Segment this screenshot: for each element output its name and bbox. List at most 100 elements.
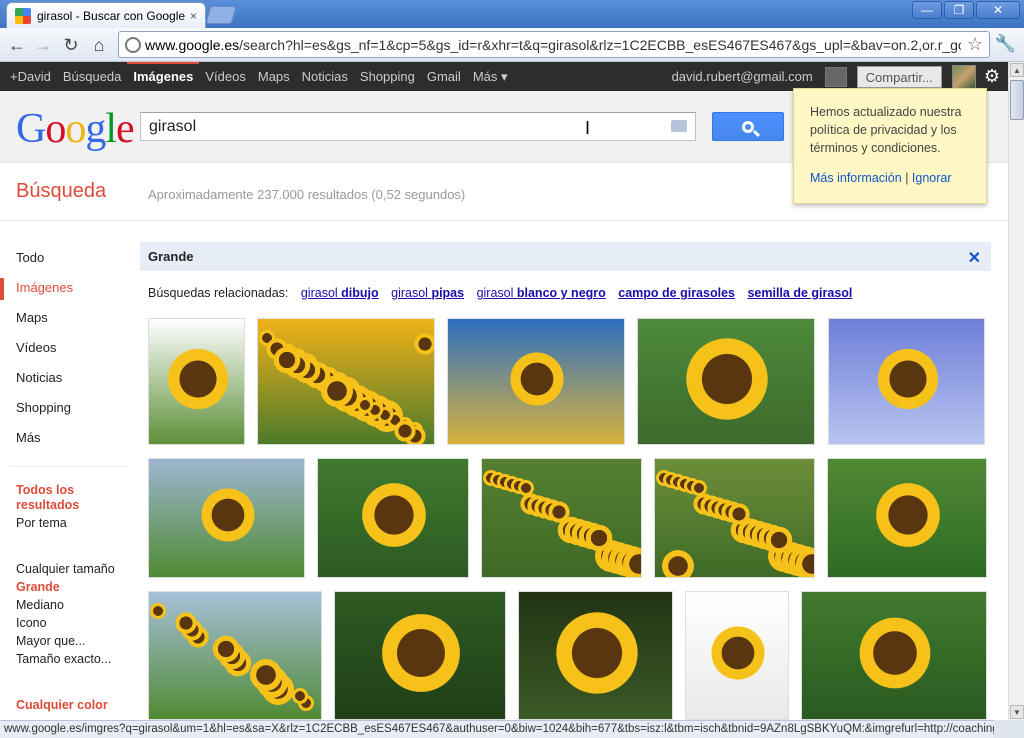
sidebar-item-videos[interactable]: Vídeos	[16, 340, 56, 355]
vertical-scrollbar[interactable]: ▲ ▼	[1008, 62, 1024, 720]
filter-size-grande[interactable]: Grande	[16, 580, 60, 594]
image-result-thumbnail[interactable]	[257, 318, 435, 445]
sidebar-item-todo[interactable]: Todo	[16, 250, 44, 265]
gbar-link-maps[interactable]: Maps	[252, 62, 296, 91]
scroll-down-icon[interactable]: ▼	[1010, 705, 1024, 719]
gbar-link-search[interactable]: Búsqueda	[57, 62, 128, 91]
selected-nav-marker	[0, 278, 4, 300]
browser-toolbar: ← → ↻ ⌂ www.google.es/search?hl=es&gs_nf…	[0, 28, 1024, 62]
gbar-link-shopping[interactable]: Shopping	[354, 62, 421, 91]
back-icon[interactable]: ←	[6, 34, 28, 56]
sunflower-shape	[660, 548, 696, 577]
sidebar-item-maps[interactable]: Maps	[16, 310, 48, 325]
sidebar-item-noticias[interactable]: Noticias	[16, 370, 62, 385]
restore-button[interactable]: ❐	[944, 1, 974, 19]
related-link[interactable]: girasol blanco y negro	[477, 286, 606, 300]
active-filter-label: Grande	[148, 249, 194, 264]
sunflower-shape	[377, 608, 465, 697]
image-result-thumbnail[interactable]	[481, 458, 642, 578]
close-window-button[interactable]: ✕	[976, 1, 1020, 19]
new-tab-button[interactable]	[205, 6, 237, 24]
image-result-thumbnail[interactable]	[148, 591, 322, 720]
image-result-thumbnail[interactable]	[518, 591, 673, 720]
filter-color-any[interactable]: Cualquier color	[16, 698, 108, 712]
scrollbar-thumb[interactable]	[1010, 80, 1024, 120]
filter-all-results[interactable]: Todos los resultados	[16, 483, 96, 513]
related-link[interactable]: semilla de girasol	[747, 286, 852, 300]
ignore-link[interactable]: Ignorar	[912, 171, 952, 185]
sunflower-shape	[550, 606, 643, 699]
privacy-notice-popup: Hemos actualizado nuestra política de pr…	[793, 88, 987, 204]
more-info-link[interactable]: Más información	[810, 171, 902, 185]
gbar-link-news[interactable]: Noticias	[296, 62, 354, 91]
tab-close-icon[interactable]: ×	[190, 9, 197, 23]
url-text[interactable]: www.google.es/search?hl=es&gs_nf=1&cp=5&…	[145, 37, 961, 53]
image-result-thumbnail[interactable]	[685, 591, 789, 720]
gbar-link-plus[interactable]: +David	[4, 62, 57, 91]
search-query: girasol	[149, 118, 197, 135]
camera-icon[interactable]	[671, 120, 687, 132]
sidebar-item-mas[interactable]: Más	[16, 430, 41, 445]
browser-tab[interactable]: girasol - Buscar con Google ×	[6, 2, 206, 28]
image-result-thumbnail[interactable]	[447, 318, 625, 445]
filter-size-exacto[interactable]: Tamaño exacto...	[16, 652, 111, 666]
account-email[interactable]: david.rubert@gmail.com	[672, 69, 813, 84]
gbar-link-images[interactable]: Imágenes	[127, 62, 200, 91]
sunflower-shape	[517, 479, 535, 497]
avatar[interactable]	[951, 64, 976, 89]
image-result-thumbnail[interactable]	[148, 318, 245, 445]
gbar-link-more[interactable]: Más ▾	[467, 62, 514, 91]
active-filter-bar: Grande ✕	[140, 242, 991, 271]
filter-por-tema[interactable]: Por tema	[16, 516, 67, 530]
sunflower-shape	[393, 419, 417, 443]
image-result-thumbnail[interactable]	[317, 458, 469, 578]
search-button[interactable]	[712, 112, 784, 141]
image-result-thumbnail[interactable]	[828, 318, 985, 445]
sunflower-shape	[149, 602, 167, 620]
related-link[interactable]: campo de girasoles	[618, 286, 735, 300]
sidebar-item-imagenes[interactable]: Imágenes	[16, 280, 73, 295]
google-logo[interactable]: Google	[16, 105, 135, 153]
sunflower-shape	[174, 611, 198, 635]
wrench-icon[interactable]: 🔧	[995, 34, 1016, 54]
share-button[interactable]: Compartir...	[856, 65, 942, 88]
sunflower-shape	[764, 525, 794, 555]
filter-size-any[interactable]: Cualquier tamaño	[16, 562, 115, 576]
status-url: www.google.es/imgres?q=girasol&um=1&hl=e…	[0, 720, 1024, 738]
gbar-link-gmail[interactable]: Gmail	[421, 62, 467, 91]
search-input[interactable]: girasol I	[140, 112, 696, 141]
image-result-thumbnail[interactable]	[334, 591, 506, 720]
filter-size-icono[interactable]: Icono	[16, 616, 47, 630]
image-result-thumbnail[interactable]	[801, 591, 987, 720]
image-result-thumbnail[interactable]	[148, 458, 305, 578]
home-icon[interactable]: ⌂	[88, 34, 110, 56]
reload-icon[interactable]: ↻	[60, 34, 82, 56]
filter-size-mediano[interactable]: Mediano	[16, 598, 64, 612]
status-scroll-arrow	[994, 720, 1024, 738]
divider	[0, 220, 1008, 221]
notifications-icon[interactable]	[824, 66, 847, 87]
sunflower-shape	[197, 485, 258, 545]
related-link[interactable]: girasol dibujo	[301, 286, 379, 300]
gear-icon[interactable]: ⚙	[984, 66, 1000, 87]
sunflower-shape	[547, 500, 571, 524]
related-link[interactable]: girasol pipas	[391, 286, 464, 300]
sidebar-item-shopping[interactable]: Shopping	[16, 400, 71, 415]
filter-size-mayor[interactable]: Mayor que...	[16, 634, 85, 648]
image-result-thumbnail[interactable]	[654, 458, 815, 578]
sunflower-shape	[211, 634, 241, 664]
sunflower-shape	[163, 344, 232, 413]
window-controls: — ❐ ✕	[912, 1, 1020, 19]
address-bar[interactable]: www.google.es/search?hl=es&gs_nf=1&cp=5&…	[118, 31, 990, 58]
forward-icon[interactable]: →	[32, 34, 54, 56]
image-result-thumbnail[interactable]	[827, 458, 987, 578]
related-searches: Búsquedas relacionadas: girasol dibujo g…	[148, 286, 852, 300]
image-result-thumbnail[interactable]	[637, 318, 815, 445]
divider	[10, 466, 128, 467]
scroll-up-icon[interactable]: ▲	[1010, 63, 1024, 77]
close-icon[interactable]: ✕	[968, 248, 981, 268]
bookmark-star-icon[interactable]: ☆	[967, 34, 983, 55]
gbar-link-videos[interactable]: Vídeos	[199, 62, 251, 91]
minimize-button[interactable]: —	[912, 1, 942, 19]
page-title: Búsqueda	[16, 180, 107, 202]
